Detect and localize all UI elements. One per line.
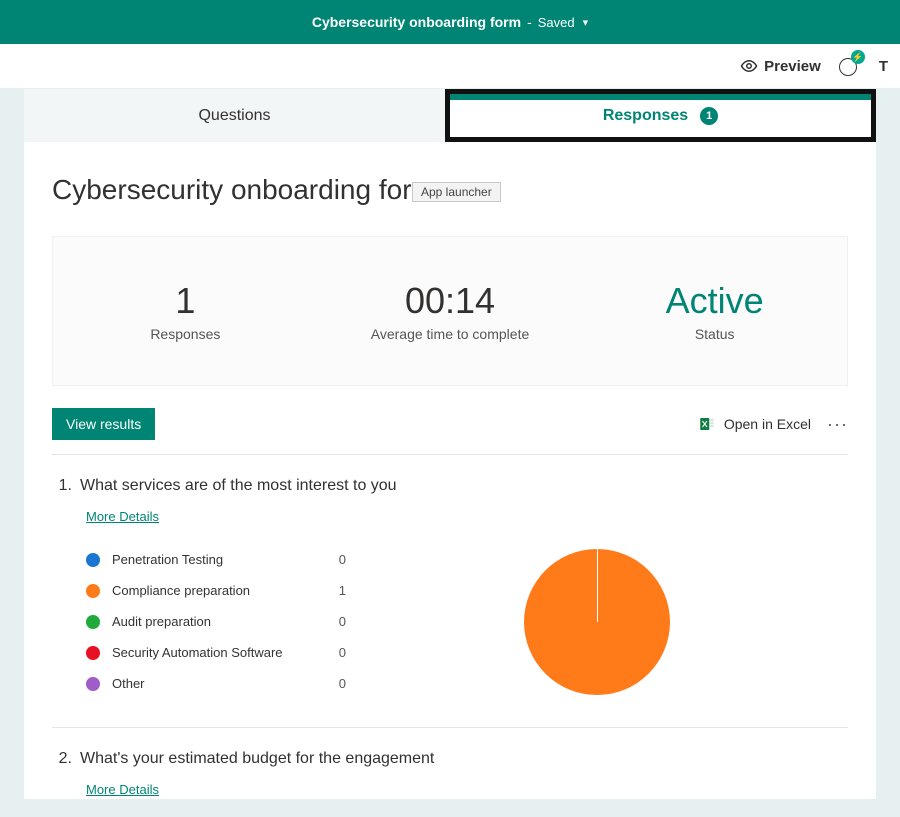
legend-row: Other 0: [86, 668, 346, 699]
legend-value: 0: [326, 552, 346, 567]
stat-avg-time: 00:14 Average time to complete: [318, 237, 583, 385]
stat-avg-time-label: Average time to complete: [371, 326, 530, 342]
tab-responses[interactable]: Responses 1: [445, 89, 876, 142]
q1-results: Penetration Testing 0 Compliance prepara…: [52, 544, 848, 699]
swatch-icon: [86, 677, 100, 691]
legend-value: 1: [326, 583, 346, 598]
open-in-excel-button[interactable]: Open in Excel: [698, 415, 811, 433]
open-in-excel-label: Open in Excel: [724, 416, 811, 432]
save-status: Saved: [538, 15, 575, 30]
question-2: 2. What's your estimated budget for the …: [52, 750, 848, 799]
tab-strip: Questions Responses 1: [0, 89, 900, 142]
responses-page: Cybersecurity onboarding form App launch…: [24, 142, 876, 799]
legend-row: Security Automation Software 0: [86, 637, 346, 668]
tab-questions[interactable]: Questions: [24, 89, 445, 142]
stat-status-value: Active: [666, 280, 764, 322]
legend-value: 0: [326, 614, 346, 629]
more-actions-button[interactable]: ···: [827, 414, 848, 435]
legend-row: Audit preparation 0: [86, 606, 346, 637]
avatar-badge-icon: ⚡: [851, 50, 865, 64]
eye-icon: [740, 57, 758, 75]
view-results-button[interactable]: View results: [52, 408, 155, 440]
excel-icon: [698, 415, 716, 433]
legend-label: Security Automation Software: [112, 645, 326, 660]
title-separator: -: [527, 14, 532, 30]
stats-card: 1 Responses 00:14 Average time to comple…: [52, 236, 848, 386]
q1-text: What services are of the most interest t…: [80, 477, 397, 495]
account-icon[interactable]: ⚡: [839, 56, 859, 76]
tooltip-app-launcher: App launcher: [412, 182, 501, 202]
swatch-icon: [86, 615, 100, 629]
tab-responses-label: Responses: [603, 107, 688, 125]
chevron-down-icon[interactable]: ▾: [583, 16, 589, 29]
legend-value: 0: [326, 645, 346, 660]
tab-questions-label: Questions: [198, 107, 270, 125]
legend-label: Penetration Testing: [112, 552, 326, 567]
q1-pie-chart: [346, 544, 848, 699]
q2-number: 2.: [52, 750, 72, 768]
q2-more-details-link[interactable]: More Details: [86, 782, 159, 797]
stat-responses: 1 Responses: [53, 237, 318, 385]
form-name: Cybersecurity onboarding form: [312, 14, 521, 30]
stat-responses-label: Responses: [150, 326, 220, 342]
stat-status: Active Status: [582, 237, 847, 385]
swatch-icon: [86, 646, 100, 660]
stat-status-label: Status: [695, 326, 735, 342]
legend-label: Audit preparation: [112, 614, 326, 629]
account-initial: T: [879, 58, 888, 75]
q1-legend: Penetration Testing 0 Compliance prepara…: [86, 544, 346, 699]
toolbar: Preview ⚡ T: [0, 44, 900, 88]
stat-avg-time-value: 00:14: [405, 280, 495, 322]
divider: [52, 727, 848, 728]
legend-row: Penetration Testing 0: [86, 544, 346, 575]
responses-count-badge: 1: [700, 107, 718, 125]
legend-row: Compliance preparation 1: [86, 575, 346, 606]
legend-value: 0: [326, 676, 346, 691]
swatch-icon: [86, 553, 100, 567]
title-bar: Cybersecurity onboarding form - Saved ▾: [0, 0, 900, 44]
pie-divider-icon: [597, 549, 598, 622]
q1-number: 1.: [52, 477, 72, 495]
pie-icon: [524, 549, 670, 695]
legend-label: Other: [112, 676, 326, 691]
q2-text: What's your estimated budget for the eng…: [80, 750, 434, 768]
actions-row: View results Open in Excel ···: [52, 408, 848, 455]
question-1: 1. What services are of the most interes…: [52, 477, 848, 699]
q1-more-details-link[interactable]: More Details: [86, 509, 159, 524]
stat-responses-value: 1: [175, 280, 195, 322]
swatch-icon: [86, 584, 100, 598]
preview-label: Preview: [764, 58, 821, 75]
preview-button[interactable]: Preview: [740, 57, 821, 75]
legend-label: Compliance preparation: [112, 583, 326, 598]
